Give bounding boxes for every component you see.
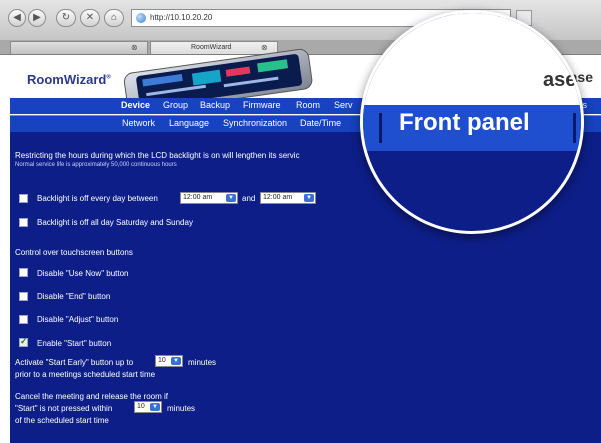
disable-adjust-label: Disable "Adjust" button [37,315,119,324]
backlight-daily-label: Backlight is off every day between [37,194,158,203]
intro-text: Restricting the hours during which the L… [15,151,300,160]
menu-item-synchronization[interactable]: Synchronization [223,118,287,128]
home-icon: ⌂ [110,12,118,23]
chevron-down-icon: ▼ [304,194,314,202]
chevron-down-icon: ▼ [171,357,181,365]
backlight-to-select[interactable]: 12:00 am ▼ [260,192,316,204]
backlight-weekend-label: Backlight is off all day Saturday and Su… [37,218,193,227]
globe-icon [136,13,146,23]
cancel-text-2: "Start" is not pressed within [15,404,113,413]
backlight-from-select[interactable]: 12:00 am ▼ [180,192,238,204]
start-early-select[interactable]: 10 ▼ [155,355,183,367]
backlight-weekend-checkbox[interactable] [19,218,28,227]
stop-button[interactable]: ✕ [80,9,100,27]
menu-item-date-time[interactable]: Date/Time [300,118,341,128]
menu-item-device[interactable]: Device [121,100,150,110]
front-panel-menu-item[interactable]: Front panel [399,109,530,137]
and-label: and [242,194,256,203]
menu-item-room[interactable]: Room [296,100,320,110]
cancel-minutes-select[interactable]: 10 ▼ [134,401,162,413]
disable-use-now-label: Disable "Use Now" button [37,269,129,278]
back-arrow-icon: ◀ [13,12,21,23]
reload-icon: ↻ [61,12,71,23]
start-early-text: Activate "Start Early" button up to [15,358,134,367]
forward-arrow-icon: ▶ [33,12,41,23]
forward-button[interactable]: ▶ [28,9,46,27]
menu-item-backup[interactable]: Backup [200,100,230,110]
start-early-note: prior to a meetings scheduled start time [15,370,156,379]
disable-adjust-checkbox[interactable] [19,315,28,324]
start-early-unit: minutes [188,358,217,367]
menu-item-firmware[interactable]: Firmware [243,100,281,110]
url-text: http://10.10.20.20 [150,13,213,22]
disable-use-now-checkbox[interactable] [19,268,28,277]
chevron-down-icon: ▼ [226,194,236,202]
disable-end-checkbox[interactable] [19,292,28,301]
menu-item-language[interactable]: Language [169,118,209,128]
back-button[interactable]: ◀ [8,9,26,27]
tab-empty[interactable]: ⊗ [10,41,148,54]
magnified-release-text: ase [543,69,577,91]
cancel-unit: minutes [167,404,196,413]
touch-heading: Control over touchscreen buttons [15,248,133,257]
home-button[interactable]: ⌂ [104,9,124,27]
intro-note: Normal service life is approximately 50,… [15,162,177,168]
cancel-text: Cancel the meeting and release the room … [15,392,168,401]
reload-button[interactable]: ↻ [56,9,76,27]
stop-icon: ✕ [85,12,95,23]
cancel-note: of the scheduled start time [15,416,109,425]
menu-item-group[interactable]: Group [163,100,188,110]
enable-start-checkbox[interactable] [19,336,28,347]
menu-item-network[interactable]: Network [122,118,155,128]
chevron-down-icon: ▼ [150,403,160,411]
close-tab-icon[interactable]: ⊗ [131,42,138,54]
menu-item-services[interactable]: Serv [334,100,353,110]
roomwizard-logo: RoomWizard® [27,72,111,87]
enable-start-label: Enable "Start" button [37,339,112,348]
magnifier-callout: ase Front panel [360,10,584,234]
disable-end-label: Disable "End" button [37,292,111,301]
tab-title: RoomWizard [191,44,232,51]
backlight-daily-checkbox[interactable] [19,194,28,203]
screen: ◀ ▶ ↻ ✕ ⌂ http://10.10.20.20 ⊗ RoomWizar… [0,0,601,443]
